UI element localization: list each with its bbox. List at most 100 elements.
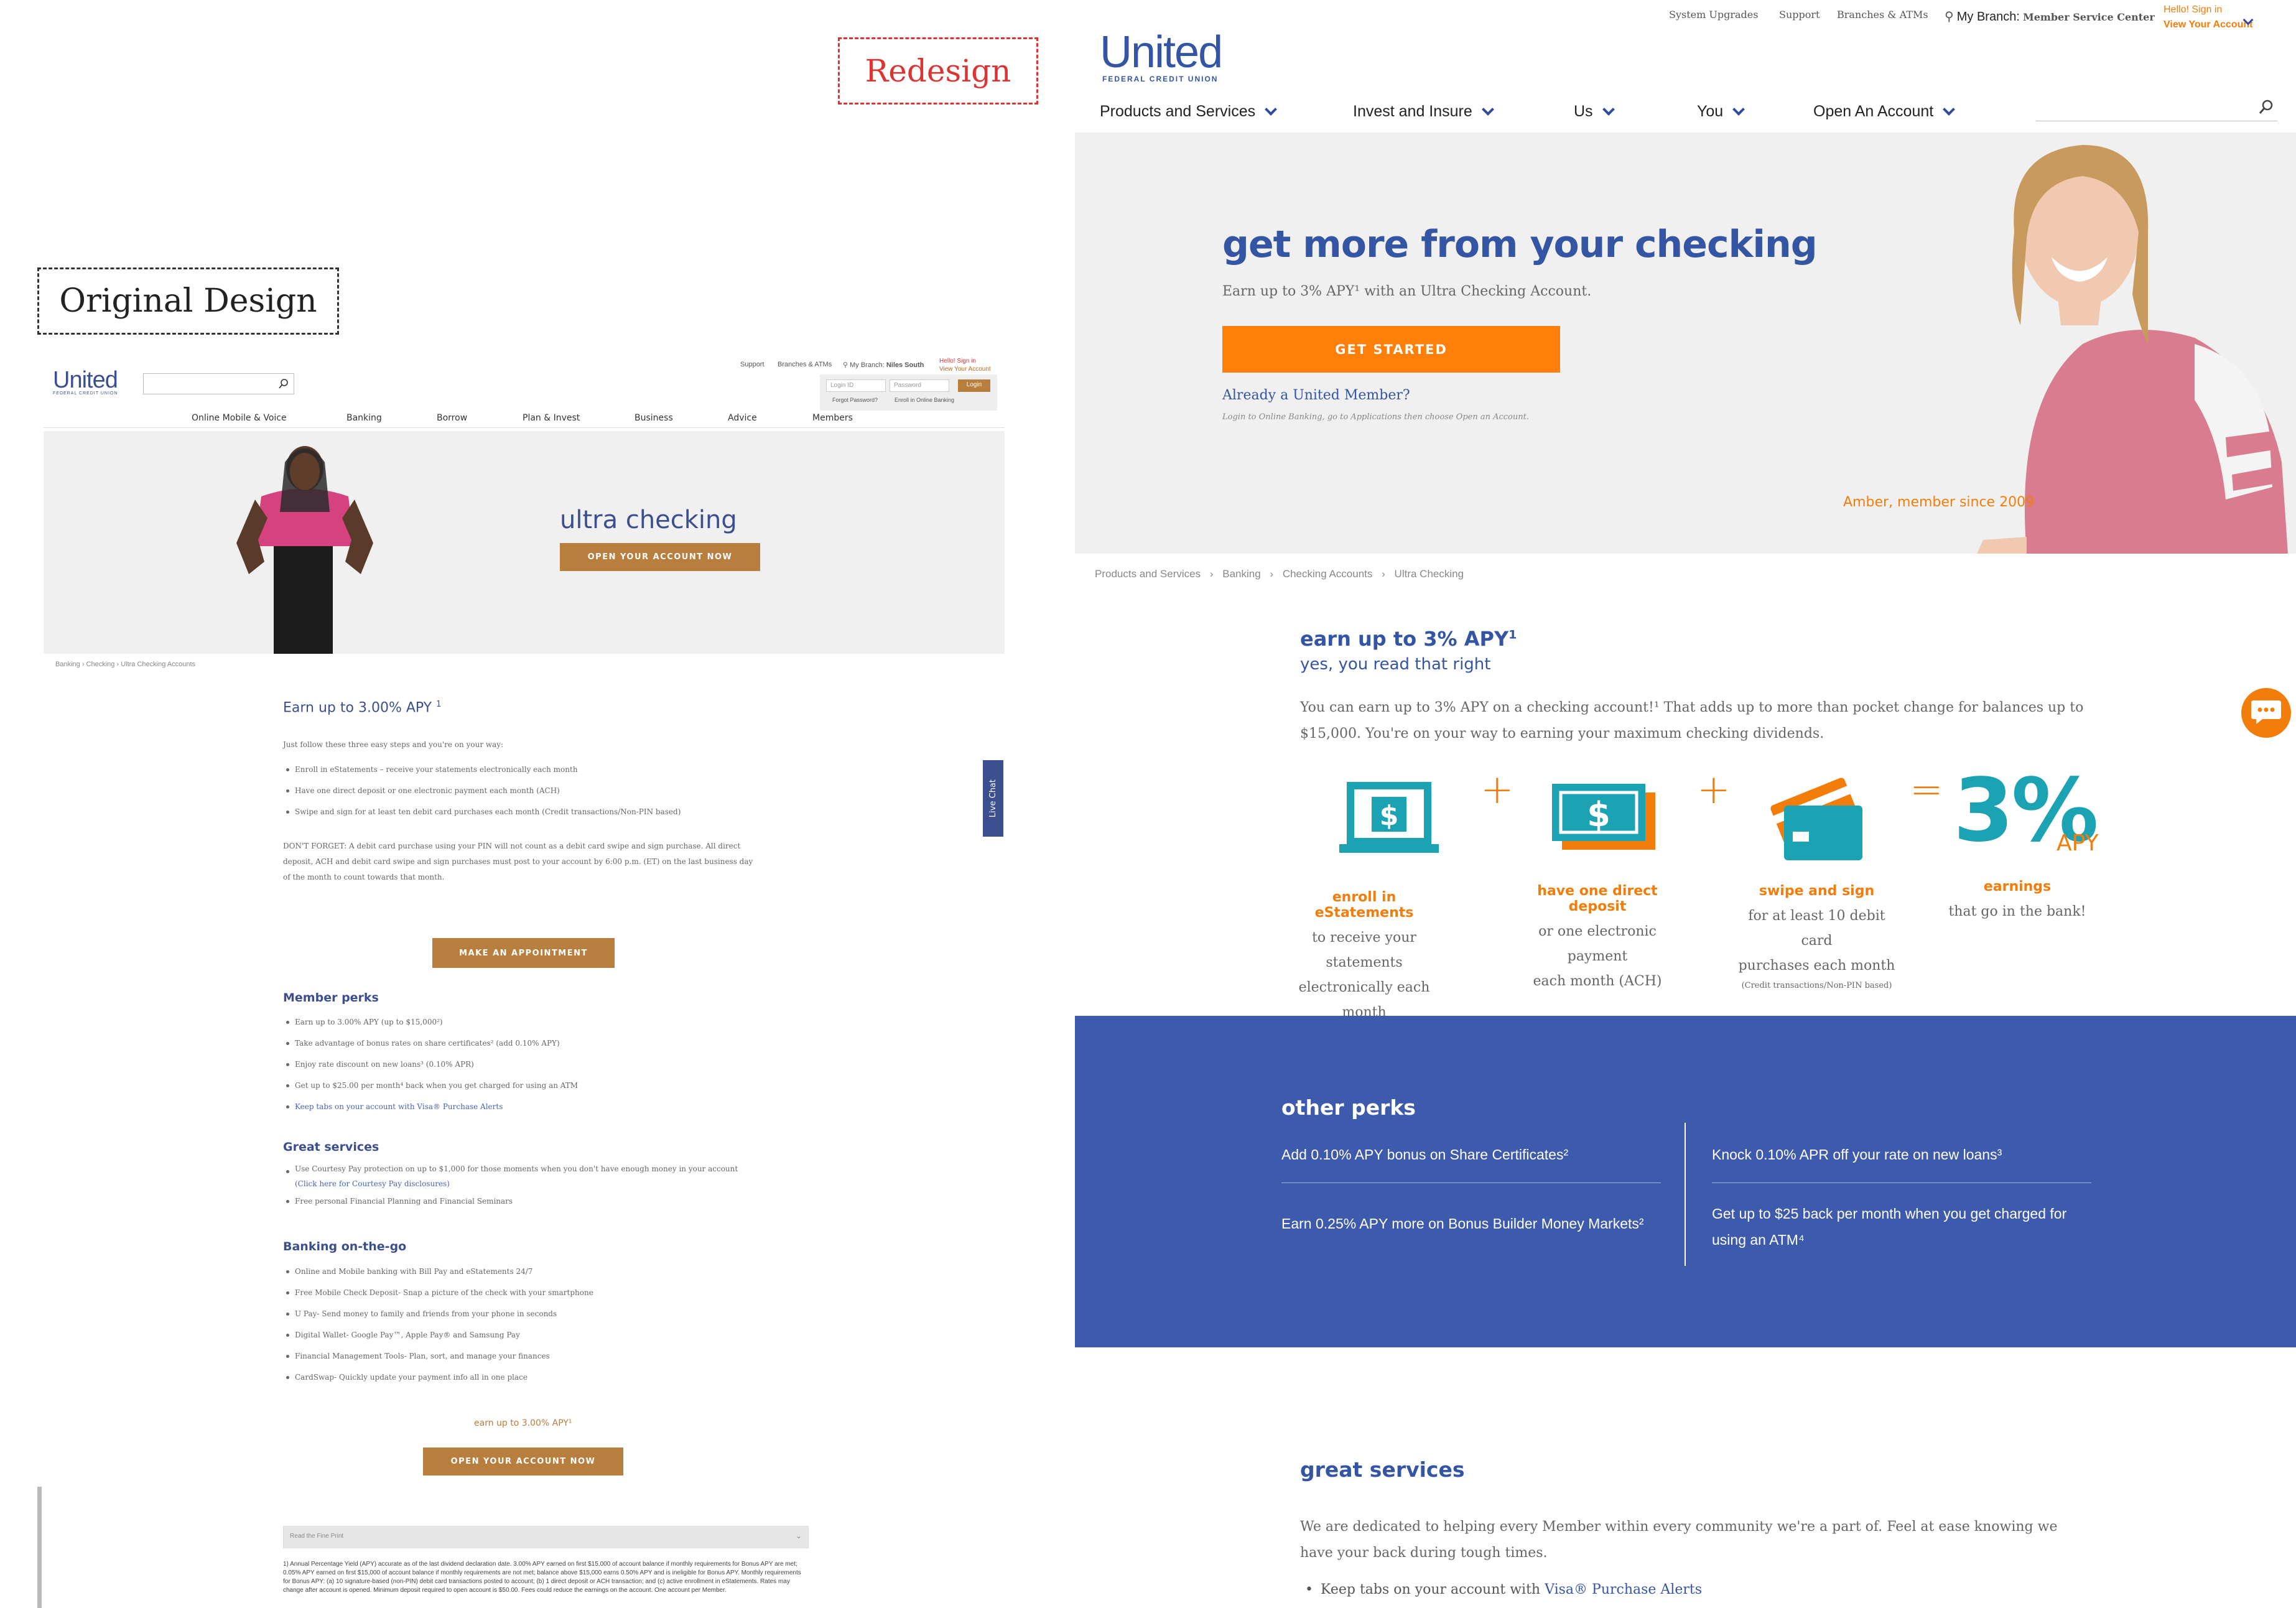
sign-in-link[interactable]: Hello! Sign in View Your Account [2164,2,2252,32]
orig-steps-list: Enroll in eStatements – receive your sta… [283,759,756,822]
branch-label: My Branch: [1956,10,2020,24]
nav-products-services[interactable]: Products and Services [1100,103,1278,121]
orig-fine-print-toggle[interactable]: Read the Fine Print ⌄ [283,1526,809,1548]
orig-enroll-link[interactable]: Enroll in Online Banking [895,397,954,403]
orig-courtesy-pay-link[interactable]: (Click here for Courtesy Pay disclosures… [283,1177,781,1191]
chevron-down-icon [1265,103,1278,116]
perk-item: Earn 0.25% APY more on Bonus Builder Mon… [1281,1215,1644,1232]
step-desc: that go in the bank! [1948,904,2086,919]
original-label-text: Original Design [59,282,317,320]
orig-nav-business[interactable]: Business [634,413,673,423]
my-branch[interactable]: ⚲ My Branch: Member Service Center [1945,9,2155,24]
nav-us[interactable]: Us [1574,103,1615,121]
orig-nav-banking[interactable]: Banking [346,413,382,423]
orig-search-input[interactable] [143,373,294,394]
earn-body: You can earn up to 3% APY on a checking … [1300,700,2084,741]
plus-icon: + [1480,767,1514,813]
search-input[interactable] [2036,96,2277,121]
original-design-label: Original Design [37,267,339,335]
orig-login-button[interactable]: Login [958,379,990,392]
nav-invest-insure[interactable]: Invest and Insure [1353,103,1494,121]
search-icon[interactable] [2256,98,2276,118]
step-desc: to receive your statements [1312,930,1416,970]
step-desc: for at least 10 debit card [1748,908,1885,949]
search-icon [279,379,288,389]
orig-crumb-banking[interactable]: Banking [55,661,80,668]
already-member-link[interactable]: Already a United Member? [1222,388,1410,403]
orig-go-item: Online and Mobile banking with Bill Pay … [283,1261,781,1282]
redesign-label: Redesign [838,37,1038,105]
get-started-button[interactable]: GET STARTED [1222,326,1560,373]
orig-appointment-button[interactable]: MAKE AN APPOINTMENT [432,938,615,968]
crumb-products-services[interactable]: Products and Services [1095,568,1201,580]
orig-go-item[interactable]: Financial Management Tools- Plan, sort, … [283,1345,781,1367]
orig-support-link[interactable]: Support [740,361,765,368]
nav-label: Products and Services [1100,103,1256,120]
orig-service-item: Free personal Financial Planning and Fin… [283,1191,781,1212]
chat-bubble-button[interactable] [2241,688,2291,738]
earn-title: earn up to 3% APY1 [1300,627,1517,651]
orig-view-account: View Your Account [939,366,991,373]
nav-you[interactable]: You [1697,103,1745,121]
orig-go-item[interactable]: Free Mobile Check Deposit- Snap a pictur… [283,1282,781,1303]
orig-nav-online[interactable]: Online Mobile & Voice [192,413,287,423]
debit-card-icon [1770,778,1862,860]
orig-fine-print-label: Read the Fine Print [290,1533,344,1540]
orig-branch-name: Niles South [886,361,924,369]
branches-atms-link[interactable]: Branches & ATMs [1837,9,1928,21]
orig-password-field[interactable]: Password [890,379,949,392]
orig-scrollbar[interactable] [37,1487,42,1608]
perk-item: Add 0.10% APY bonus on Share Certificate… [1281,1141,1661,1183]
orig-crumb-ultra: Ultra Checking Accounts [121,661,196,668]
orig-go-item[interactable]: U Pay- Send money to family and friends … [283,1303,781,1324]
support-link[interactable]: Support [1779,9,1820,21]
orig-forgot-link[interactable]: Forgot Password? [832,397,878,403]
orig-logo-sub: FEDERAL CREDIT UNION [53,391,118,396]
orig-hero-title: ultra checking [560,506,737,534]
crumb-banking[interactable]: Banking [1222,568,1260,580]
orig-branches-link[interactable]: Branches & ATMs [778,361,832,368]
orig-logo: United FEDERAL CREDIT UNION [53,367,118,396]
orig-nav-borrow[interactable]: Borrow [437,413,467,423]
crumb-checking-accounts[interactable]: Checking Accounts [1283,568,1373,580]
nav-open-account[interactable]: Open An Account [1813,103,1956,121]
orig-perk-item[interactable]: Keep tabs on your account with Visa® Pur… [283,1096,781,1117]
orig-go-title: Banking on-the-go [283,1240,407,1253]
orig-live-chat-text: Live Chat [988,779,998,818]
orig-open-account-button[interactable]: OPEN YOUR ACCOUNT NOW [560,543,760,571]
orig-perk-item: Earn up to 3.00% APY (up to $15,000²) [283,1011,781,1033]
orig-nav-plan-invest[interactable]: Plan & Invest [523,413,580,423]
equals-icon: = [1910,767,1943,813]
nav-label: Open An Account [1813,103,1934,120]
orig-nav-members[interactable]: Members [812,413,853,423]
perks-title: other perks [1281,1095,1416,1120]
step-title: enroll in eStatements [1314,890,1414,921]
services-body: We are dedicated to helping every Member… [1300,1519,2058,1561]
orig-bottom-open-button[interactable]: OPEN YOUR ACCOUNT NOW [423,1448,623,1476]
branch-name: Member Service Center [2023,11,2155,23]
orig-perk-item: Get up to $25.00 per month⁴ back when yo… [283,1075,781,1096]
logo-name: United [1100,27,1223,77]
hero-caption: Amber, member since 2009 [1843,495,2035,510]
orig-nav-advice[interactable]: Advice [728,413,757,423]
orig-crumb-checking[interactable]: Checking [86,661,115,668]
orig-go-item[interactable]: CardSwap- Quickly update your payment in… [283,1367,781,1388]
perk-item: Knock 0.10% APR off your rate on new loa… [1712,1141,2091,1183]
orig-earn-sup: 1 [436,700,442,709]
orig-branch: ⚲ My Branch: Niles South [843,361,924,369]
step-desc: purchases each month [1738,958,1895,974]
view-your-account: View Your Account [2164,19,2253,30]
system-upgrades-link[interactable]: System Upgrades [1669,9,1758,21]
step-desc: each month (ACH) [1533,974,1662,989]
orig-go-item[interactable]: Digital Wallet- Google Pay™, Apple Pay® … [283,1324,781,1345]
orig-login-id-field[interactable]: Login ID [826,379,886,392]
perks-divider [1685,1123,1686,1266]
earn-subtitle: yes, you read that right [1300,655,1491,674]
visa-purchase-alerts-link[interactable]: Visa® Purchase Alerts [1545,1582,1702,1597]
orig-live-chat-tab[interactable]: Live Chat [983,760,1003,837]
logo[interactable]: United FEDERAL CREDIT UNION [1100,27,1223,83]
services-item: • Keep tabs on your account with Visa® Pu… [1305,1582,1703,1597]
original-design-screenshot: United FEDERAL CREDIT UNION Support Bran… [37,348,1005,1608]
svg-text:$: $ [1587,795,1610,834]
orig-signin[interactable]: Hello! Sign in View Your Account [939,357,991,373]
